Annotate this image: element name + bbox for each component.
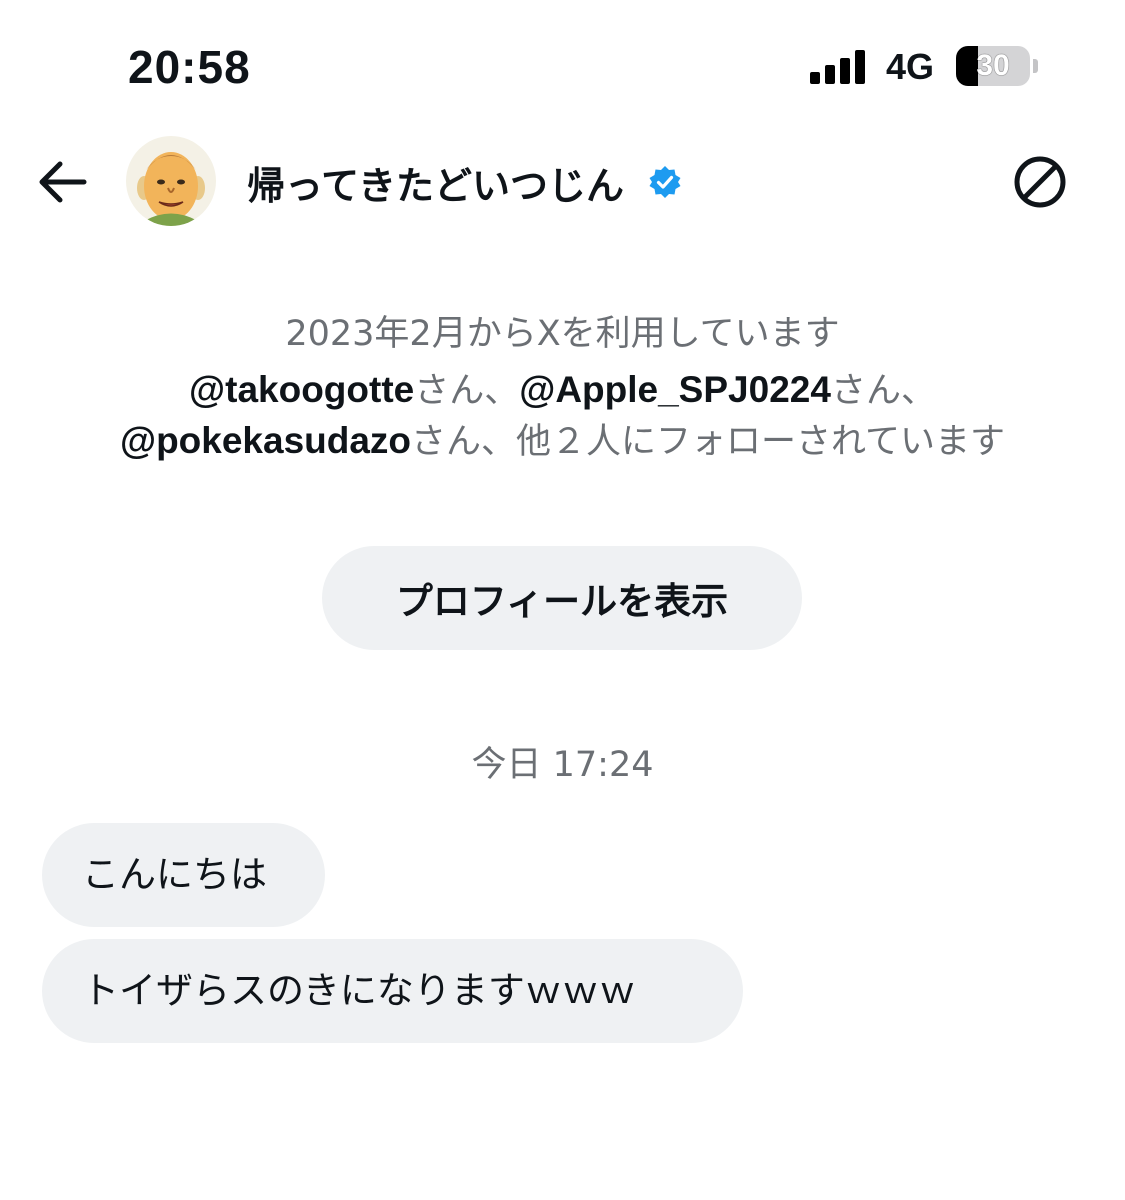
view-profile-button[interactable]: プロフィールを表示 [322,546,802,650]
message-bubble[interactable]: トイザらスのきになりますｗｗｗ [42,939,743,1043]
dm-conversation-screen: 20:58 4G 30 帰ってきたどいつじん 2023年2月からXを利用していま… [0,0,1125,1200]
followed-by-text: @takoogotteさん、@Apple_SPJ0224さん、 @pokekasu… [82,365,1043,467]
follower-suffix-text: さん、 [830,371,936,411]
block-icon[interactable] [1013,155,1067,209]
follower-handle-link[interactable]: @Apple_SPJ0224 [519,369,831,410]
battery-tip [1033,59,1038,73]
cellular-signal-icon [810,50,865,84]
follower-suffix-text: さん、他２人にフォローされています [411,422,1005,462]
joined-date-text: 2023年2月からXを利用しています [285,314,840,354]
avatar[interactable] [126,136,216,226]
follower-handle-link[interactable]: @takoogotte [189,369,414,410]
message-bubble[interactable]: こんにちは [42,823,325,927]
battery-icon: 30 [956,46,1038,86]
status-bar: 20:58 4G 30 [0,0,1125,130]
conversation-user-name[interactable]: 帰ってきたどいつじん [247,155,624,210]
back-arrow-icon[interactable] [36,158,88,206]
message-timestamp: 今日 17:24 [471,745,654,785]
avatar-face-illustration [126,136,216,226]
verified-badge-icon [649,166,681,198]
follower-suffix-text: さん、 [414,371,520,411]
network-type-label: 4G [886,46,935,87]
follower-handle-link[interactable]: @pokekasudazo [120,420,411,461]
battery-body: 30 [956,46,1030,86]
status-time: 20:58 [128,41,251,93]
battery-level-label: 30 [976,49,1010,82]
